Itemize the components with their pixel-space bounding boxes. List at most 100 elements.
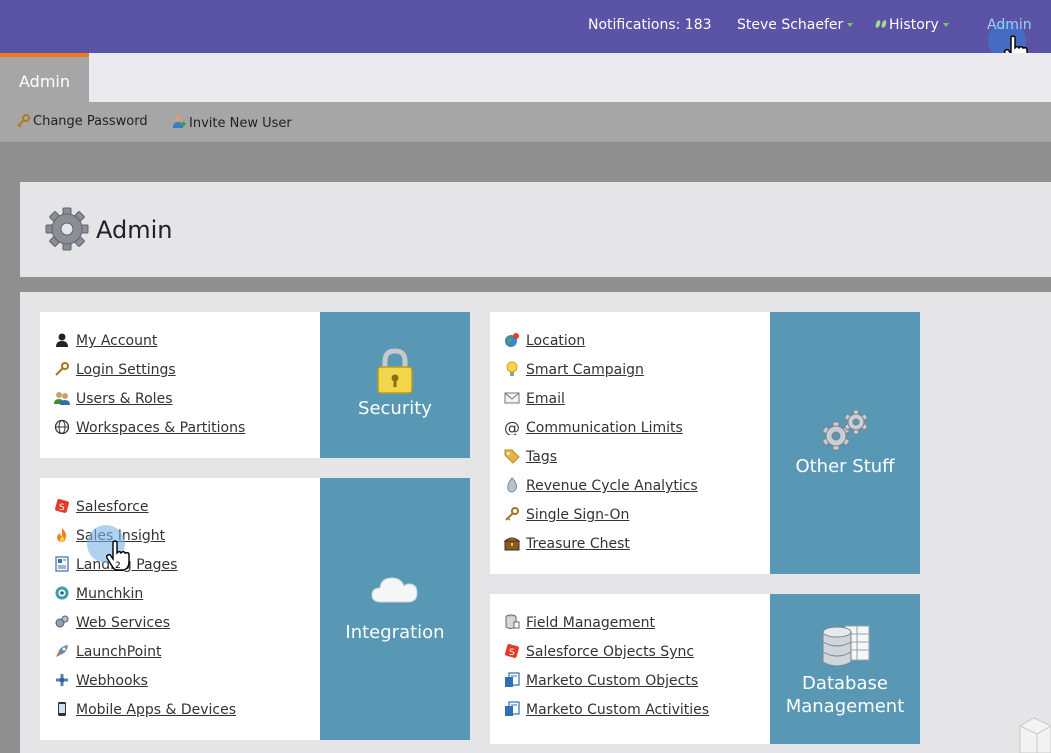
invite-new-user-button[interactable]: Invite New User <box>172 114 292 131</box>
list-item: Sales Insight <box>54 527 236 556</box>
salesforce-sync-icon: S <box>505 644 519 658</box>
mobile-device-icon <box>58 702 66 716</box>
field-management-link[interactable]: Field Management <box>526 615 655 631</box>
footprints-icon <box>875 20 887 28</box>
login-settings-link[interactable]: Login Settings <box>76 362 176 378</box>
list-item: Webhooks <box>54 672 236 701</box>
user-menu[interactable]: Steve Schaefer <box>737 17 854 33</box>
security-links: My Account Login Settings Users & Roles … <box>54 332 245 448</box>
gears-icon <box>821 409 869 451</box>
step-badge-2: 2 <box>115 561 121 571</box>
history-label: History <box>889 17 939 33</box>
revenue-cycle-analytics-link[interactable]: Revenue Cycle Analytics <box>526 478 698 494</box>
list-item: Login Settings <box>54 361 245 390</box>
cube-icon <box>1019 717 1051 753</box>
page-title: Admin <box>96 216 173 244</box>
my-account-link[interactable]: My Account <box>76 333 157 349</box>
padlock-icon <box>377 348 413 394</box>
database-icon <box>822 625 870 667</box>
list-item: Field Management <box>504 614 709 643</box>
workspaces-partitions-link[interactable]: Workspaces & Partitions <box>76 420 245 436</box>
salesforce-link[interactable]: Salesforce <box>76 499 149 515</box>
other-stuff-links: Location Smart Campaign Email @ Communica… <box>504 332 698 564</box>
list-item: LaunchPoint <box>54 643 236 672</box>
treasure-chest-link[interactable]: Treasure Chest <box>526 536 630 552</box>
change-password-button[interactable]: Change Password <box>16 114 148 129</box>
web-services-link[interactable]: Web Services <box>76 615 170 631</box>
admin-main-area: My Account Login Settings Users & Roles … <box>20 292 1051 753</box>
munchkin-link[interactable]: Munchkin <box>76 586 143 602</box>
admin-link[interactable]: Admin <box>987 17 1032 33</box>
cloud-icon <box>371 577 418 603</box>
security-card: My Account Login Settings Users & Roles … <box>40 312 470 458</box>
database-tile-label-line1: Database <box>802 673 888 694</box>
location-link[interactable]: Location <box>526 333 585 349</box>
marketo-custom-activities-link[interactable]: Marketo Custom Activities <box>526 702 709 718</box>
list-item: Tags <box>504 448 698 477</box>
list-item: Email <box>504 390 698 419</box>
toolbar: Change Password Invite New User <box>0 102 1051 142</box>
invite-new-user-label: Invite New User <box>189 116 292 131</box>
tab-bar: Admin <box>0 53 1051 102</box>
gear-icon <box>45 207 89 251</box>
security-tile-label: Security <box>358 398 432 419</box>
users-roles-link[interactable]: Users & Roles <box>76 391 172 407</box>
list-item: Marketo Custom Objects <box>504 672 709 701</box>
list-item: Mobile Apps & Devices <box>54 701 236 730</box>
custom-objects-icon <box>505 672 520 687</box>
notifications-link[interactable]: Notifications: 183 <box>588 17 712 33</box>
tags-link[interactable]: Tags <box>526 449 557 465</box>
list-item: S Salesforce Objects Sync <box>504 643 709 672</box>
security-tile[interactable]: Security <box>320 312 470 458</box>
list-item: Users & Roles <box>54 390 245 419</box>
list-item: Workspaces & Partitions <box>54 419 245 448</box>
custom-activities-icon <box>505 701 520 716</box>
list-item: Web Services <box>54 614 236 643</box>
list-item: Treasure Chest <box>504 535 698 564</box>
single-sign-on-link[interactable]: Single Sign-On <box>526 507 629 523</box>
smart-campaign-link[interactable]: Smart Campaign <box>526 362 644 378</box>
page-header: Admin <box>20 182 1051 277</box>
svg-text:S: S <box>59 503 65 513</box>
list-item: Landing Pages <box>54 556 236 585</box>
svg-text:@: @ <box>504 419 520 435</box>
keys-icon <box>505 507 519 521</box>
webhook-icon <box>56 674 68 686</box>
database-links: Field Management S Salesforce Objects Syn… <box>504 614 709 730</box>
change-password-label: Change Password <box>33 114 148 129</box>
munchkin-icon <box>55 586 69 600</box>
user-name: Steve Schaefer <box>737 17 844 33</box>
list-item: @ Communication Limits <box>504 419 698 448</box>
web-services-icon <box>55 615 69 628</box>
salesforce-objects-sync-link[interactable]: Salesforce Objects Sync <box>526 644 694 660</box>
key-icon <box>17 114 30 128</box>
integration-tile[interactable]: Integration <box>320 478 470 740</box>
webhooks-link[interactable]: Webhooks <box>76 673 148 689</box>
marketo-custom-objects-link[interactable]: Marketo Custom Objects <box>526 673 698 689</box>
location-globe-icon <box>505 333 519 347</box>
salesforce-icon: S <box>55 499 69 513</box>
email-link[interactable]: Email <box>526 391 565 407</box>
list-item: Single Sign-On <box>504 506 698 535</box>
list-item: Marketo Custom Activities <box>504 701 709 730</box>
list-item: Revenue Cycle Analytics <box>504 477 698 506</box>
list-item: My Account <box>54 332 245 361</box>
database-management-tile[interactable]: Database Management <box>770 594 920 744</box>
mobile-apps-devices-link[interactable]: Mobile Apps & Devices <box>76 702 236 718</box>
key-icon <box>55 362 69 376</box>
communication-limits-link[interactable]: Communication Limits <box>526 420 683 436</box>
chevron-down-icon <box>942 23 949 27</box>
list-item: S Salesforce <box>54 498 236 527</box>
list-item: Smart Campaign <box>504 361 698 390</box>
history-menu[interactable]: History <box>873 17 949 33</box>
launchpoint-link[interactable]: LaunchPoint <box>76 644 161 660</box>
other-stuff-tile[interactable]: Other Stuff <box>770 312 920 574</box>
svg-text:S: S <box>509 648 515 658</box>
database-tile-label-line2: Management <box>785 696 905 717</box>
other-stuff-card: Location Smart Campaign Email @ Communica… <box>490 312 920 574</box>
list-item: Munchkin <box>54 585 236 614</box>
lightbulb-icon <box>506 361 518 376</box>
flame-icon <box>57 528 67 542</box>
analytics-flame-icon <box>507 477 517 493</box>
tab-admin[interactable]: Admin <box>0 53 89 102</box>
